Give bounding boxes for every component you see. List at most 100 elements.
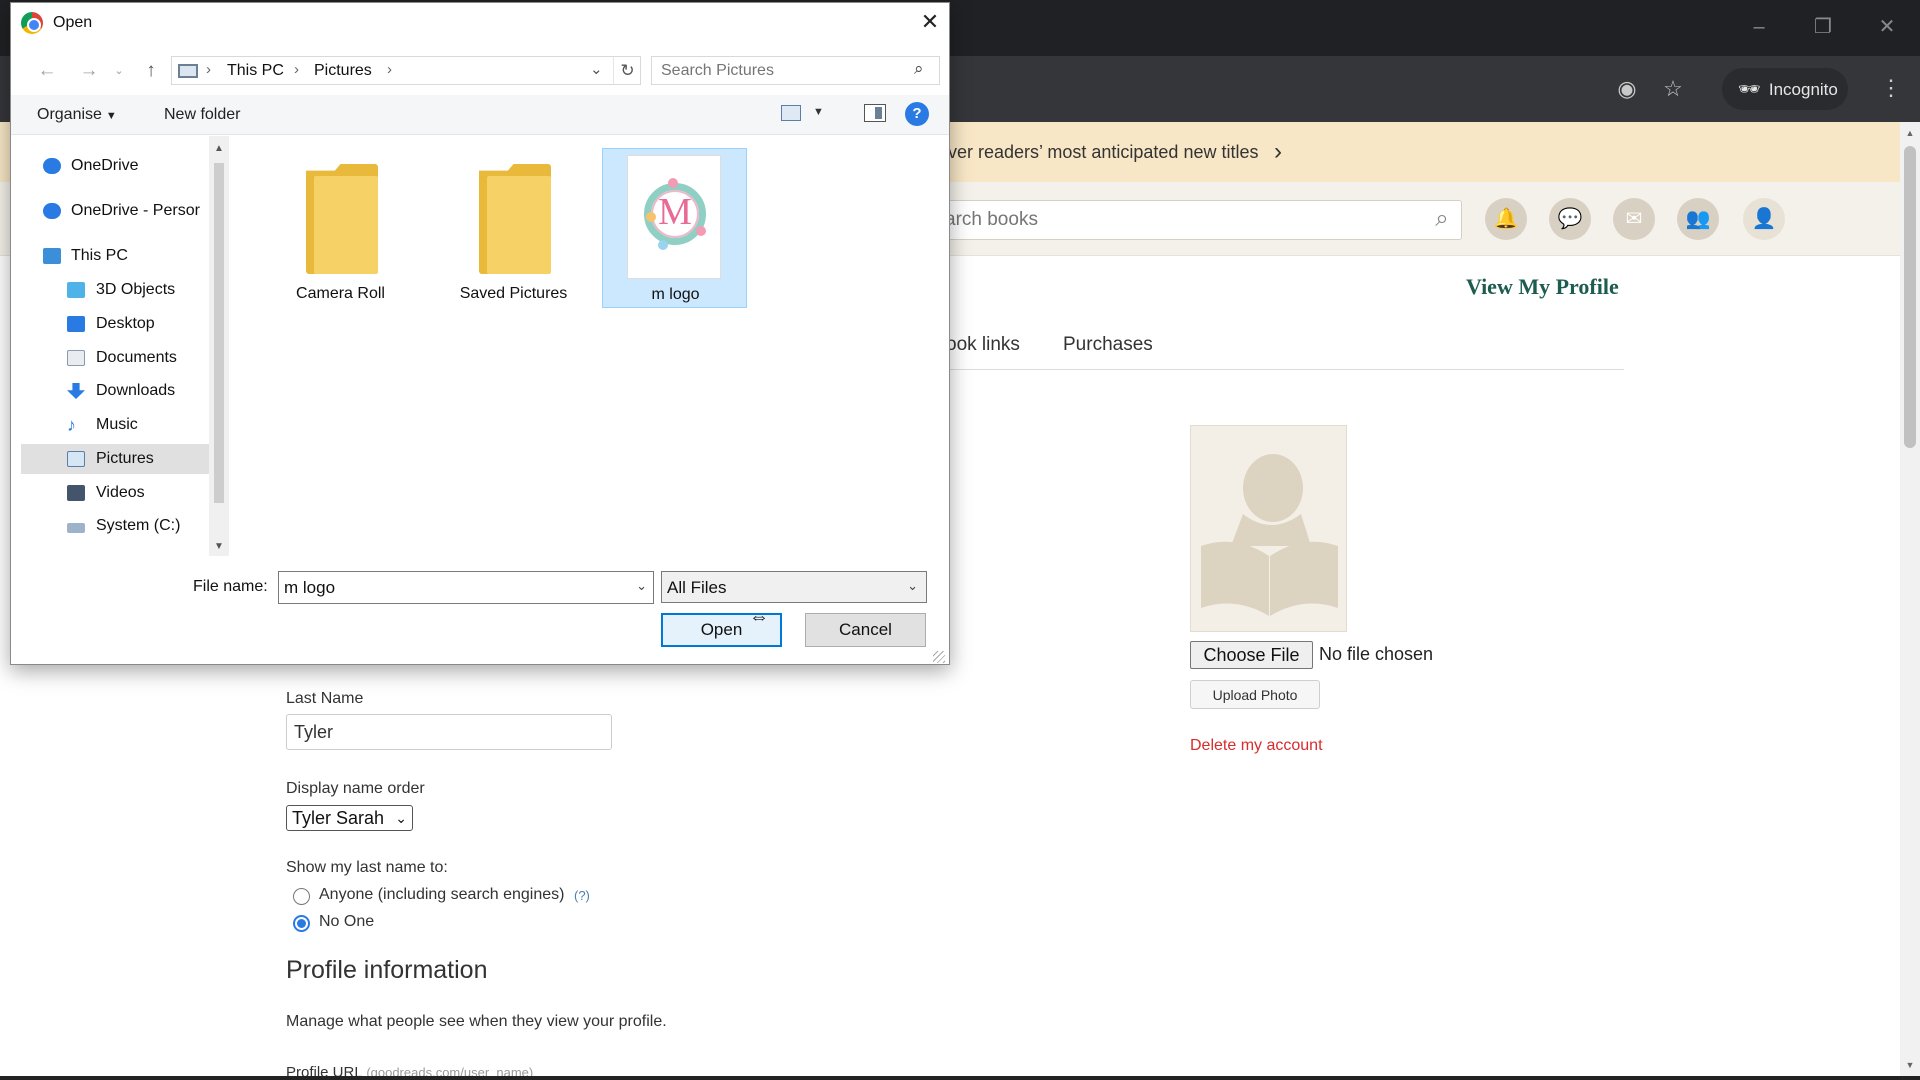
sidebar-item-this-pc[interactable]: This PC [29,241,209,271]
chevron-down-icon: ⌄ [907,578,918,593]
sidebar-item-onedrive[interactable]: OneDrive [29,151,209,181]
breadcrumb-pictures[interactable]: Pictures [314,62,372,80]
scroll-up-icon[interactable]: ▲ [214,143,224,154]
view-options-dropdown-icon[interactable]: ▼ [813,106,824,118]
file-label: Saved Pictures [459,285,568,302]
breadcrumb-this-pc[interactable]: This PC [227,62,284,80]
dialog-search-box: ⌕ [651,56,940,85]
chevron-down-icon: ▼ [105,110,117,122]
delete-account-link[interactable]: Delete my account [1190,737,1323,755]
address-bar[interactable]: › This PC › Pictures › ⌄ ↻ [171,56,641,85]
help-link[interactable]: (?) [574,888,590,903]
messages-icon[interactable]: ✉ [1613,198,1655,240]
profile-info-description: Manage what people see when they view yo… [286,1013,667,1030]
radio-anyone-label[interactable]: Anyone (including search engines) [319,886,564,904]
cloud-icon [43,158,61,174]
resize-grip-icon[interactable] [933,651,945,663]
sidebar-item-documents[interactable]: Documents [29,343,209,373]
recent-locations-icon[interactable]: ⌄ [107,59,131,83]
chevron-right-icon[interactable]: › [1274,138,1282,166]
upload-photo-button[interactable]: Upload Photo [1190,680,1320,709]
scroll-up-icon[interactable]: ▲ [1904,128,1916,138]
video-icon [67,485,85,501]
reader-silhouette-icon [1201,454,1338,616]
view-my-profile-link[interactable]: View My Profile [1466,274,1619,300]
up-arrow-icon[interactable]: ↑ [139,59,163,83]
cube-icon [67,282,85,298]
sidebar-item-desktop[interactable]: Desktop [29,309,209,339]
dialog-search-input[interactable] [661,60,901,82]
address-dropdown-icon[interactable]: ⌄ [590,60,603,78]
radio-no-one-label[interactable]: No One [319,913,374,931]
book-search-input[interactable] [945,205,1415,235]
sidebar-item-label: This PC [71,247,128,264]
scroll-down-icon[interactable]: ▼ [1904,1060,1916,1070]
radio-no-one[interactable] [293,915,310,932]
forward-arrow-icon[interactable]: → [77,59,101,83]
search-icon[interactable]: ⌕ [1428,204,1456,234]
file-tile-saved-pictures[interactable]: Saved Pictures [441,148,586,308]
cancel-button[interactable]: Cancel [805,613,926,647]
banner-text[interactable]: ver readers’ most anticipated new titles [948,142,1258,163]
organise-menu[interactable]: Organise ▼ [37,106,117,124]
nav-pane-scrollbar-thumb[interactable] [214,163,224,503]
sidebar-item-3d-objects[interactable]: 3D Objects [29,275,209,305]
kebab-menu-icon[interactable]: ⋮ [1880,72,1902,104]
file-tile-m-logo[interactable]: M m logo [602,148,747,308]
choose-file-button[interactable]: Choose File [1190,641,1313,669]
notifications-icon[interactable]: 🔔 [1485,198,1527,240]
sidebar-item-pictures[interactable]: Pictures [21,444,209,474]
tab-purchases[interactable]: Purchases [1063,334,1153,356]
organise-label: Organise [37,106,102,123]
computer-icon [43,248,61,264]
search-icon[interactable]: ⌕ [914,59,924,79]
preview-pane-icon[interactable] [864,104,886,122]
minimize-icon[interactable]: – [1744,12,1774,42]
scroll-down-icon[interactable]: ▼ [214,541,224,552]
incognito-badge[interactable]: 🕶 Incognito [1722,68,1848,110]
sidebar-item-system-c[interactable]: System (C:) [29,511,209,541]
display-order-select[interactable]: Tyler Sarah ⌄ [286,805,413,831]
display-order-value: Tyler Sarah [292,808,385,828]
computer-icon [178,64,198,78]
tab-book-links[interactable]: ook links [946,334,1020,356]
star-icon[interactable]: ☆ [1657,73,1689,105]
file-label: Camera Roll [296,285,385,302]
page-scrollbar-thumb[interactable] [1904,146,1916,448]
file-name-input[interactable]: m logo ⌄ [278,571,654,604]
discussions-icon[interactable]: 💬 [1549,198,1591,240]
sidebar-item-label: OneDrive - Persor [71,202,200,219]
chevron-down-icon[interactable]: ⌄ [636,578,647,594]
back-arrow-icon[interactable]: ← [35,59,59,83]
radio-anyone[interactable] [293,888,310,905]
eye-off-icon[interactable]: ◉ [1611,73,1643,105]
sidebar-item-music[interactable]: ♪ Music [29,410,209,440]
file-label: m logo [651,286,700,303]
music-icon: ♪ [67,415,76,435]
incognito-label: Incognito [1768,80,1838,99]
breadcrumb-separator-icon: › [206,61,211,78]
sidebar-item-downloads[interactable]: Downloads [29,376,209,406]
thumbnail-letter: M [658,191,692,233]
sidebar-item-videos[interactable]: Videos [29,478,209,508]
restore-icon[interactable]: ❐ [1808,12,1838,42]
friends-icon[interactable]: 👥 [1677,198,1719,240]
avatar[interactable]: 👤 [1743,198,1785,240]
folder-icon [306,164,378,274]
dialog-close-icon[interactable]: ✕ [917,9,943,35]
help-icon[interactable]: ? [905,102,929,126]
change-view-icon[interactable] [781,105,801,121]
new-folder-button[interactable]: New folder [164,106,240,124]
resize-cursor-icon: ⇔ [749,606,769,628]
last-name-input[interactable] [286,714,612,750]
sidebar-item-onedrive-personal[interactable]: OneDrive - Persor [29,196,209,226]
file-type-select[interactable]: All Files ⌄ [661,571,927,603]
window-close-icon[interactable]: ✕ [1872,12,1902,42]
flower-icon [658,240,668,250]
refresh-icon[interactable]: ↻ [613,57,641,84]
show-last-name-label: Show my last name to: [286,859,448,876]
file-tile-camera-roll[interactable]: Camera Roll [268,148,413,308]
flower-icon [668,178,678,188]
dialog-title-bar[interactable]: Open ✕ [11,3,949,43]
file-type-value: All Files [667,578,727,597]
